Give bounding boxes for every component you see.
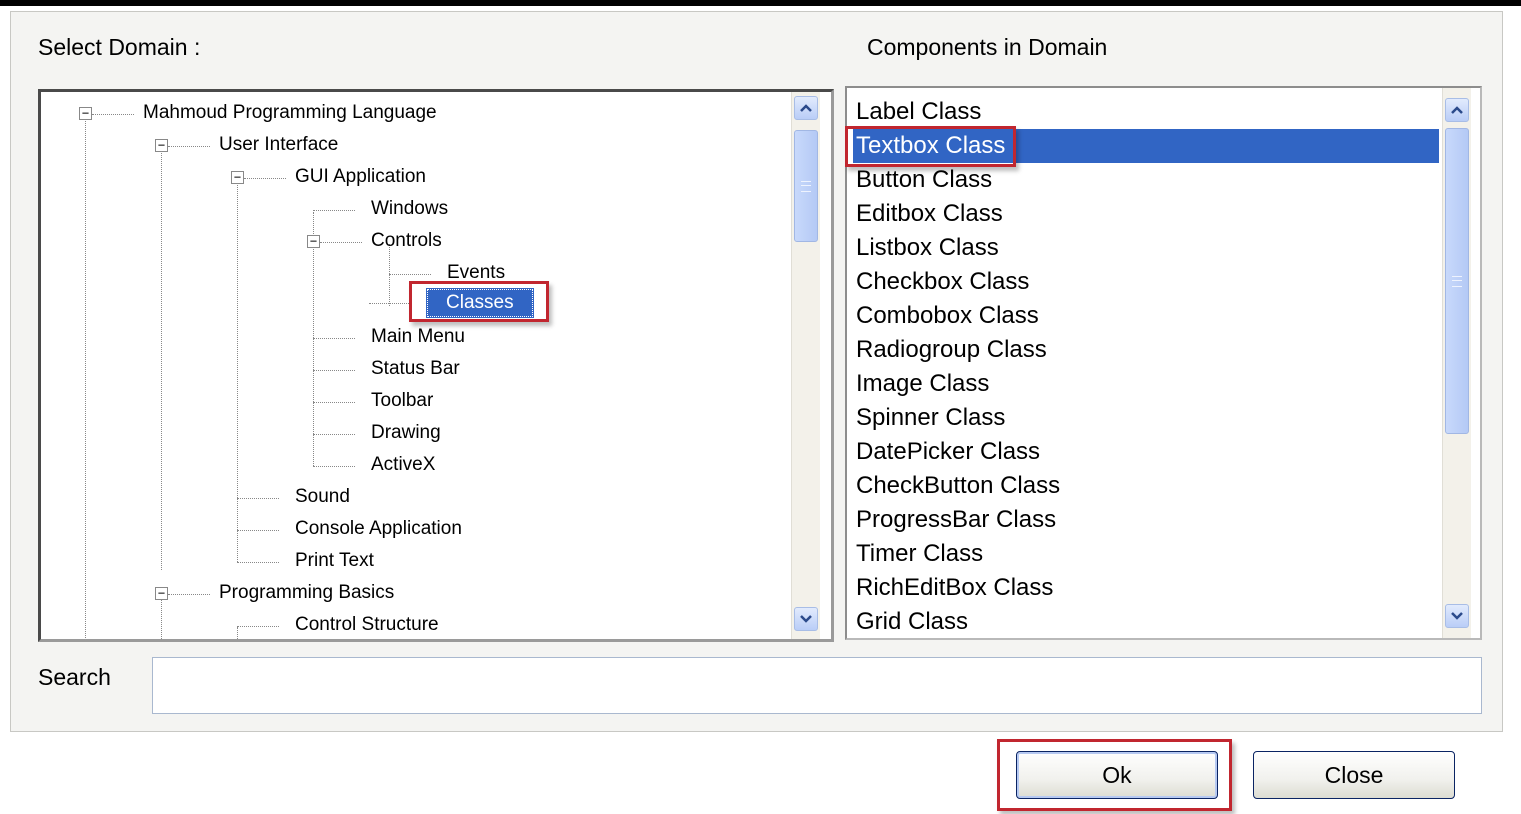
components-label: Components in Domain [867,34,1108,60]
tree-connector [161,148,162,570]
list-item[interactable]: Label Class [853,95,1439,129]
list-item[interactable]: ProgressBar Class [853,503,1439,537]
tree-scrollbar[interactable] [791,92,820,639]
tree-connector [313,338,355,339]
tree-connector [389,274,431,275]
tree-node[interactable]: Console Application [295,516,462,542]
tree-node[interactable]: GUI Application [295,164,426,190]
list-item[interactable]: RichEditBox Class [853,571,1439,605]
list-scroll-thumb[interactable] [1445,128,1469,434]
list-item[interactable]: Combobox Class [853,299,1439,333]
list-item[interactable]: Button Class [853,163,1439,197]
tree-connector [369,303,411,304]
collapse-toggle-icon[interactable]: − [231,171,244,184]
tree-connector [92,114,134,115]
grip-icon [1452,275,1462,287]
tree-node[interactable]: Control Structure [295,612,439,638]
tree-connector [313,370,355,371]
tree-connector [320,242,362,243]
list-item[interactable]: Grid Class [853,605,1439,638]
tree-connector [168,146,210,147]
tree-scroll-up-button[interactable] [794,96,818,120]
tree-connector [168,594,210,595]
grip-icon [801,180,811,192]
tree-connector [313,210,355,211]
textbox-highlight-box [845,126,1016,167]
tree-node[interactable]: Mahmoud Programming Language [143,100,437,126]
close-button[interactable]: Close [1253,751,1455,799]
tree-connector [237,562,279,563]
search-input[interactable] [152,657,1482,714]
tree-connector [313,466,355,467]
tree-connector [244,178,286,179]
tree-connector [237,627,238,639]
tree-node[interactable]: Main Menu [371,324,465,350]
list-item[interactable]: DatePicker Class [853,435,1439,469]
tree-connector [237,498,279,499]
ok-button[interactable]: Ok [1016,751,1218,799]
components-list[interactable]: Label Class Textbox Class Button Class Edit… [845,86,1482,640]
tree-node[interactable]: Toolbar [371,388,433,414]
tree-node[interactable]: Programming Basics [219,580,394,606]
tree-connector [237,626,279,627]
window-top-border [0,0,1521,6]
list-item[interactable]: Radiogroup Class [853,333,1439,367]
collapse-toggle-icon[interactable]: − [155,587,168,600]
tree-connector [313,212,314,466]
classes-highlight-box [409,281,549,322]
tree-connector [161,599,162,639]
chevron-up-icon [800,104,812,112]
list-item[interactable]: Listbox Class [853,231,1439,265]
list-item[interactable]: Timer Class [853,537,1439,571]
tree-node[interactable]: User Interface [219,132,338,158]
list-scrollbar[interactable] [1442,88,1471,638]
tree-node[interactable]: Drawing [371,420,441,446]
tree-scroll-down-button[interactable] [794,607,818,631]
chevron-down-icon [800,615,812,623]
collapse-toggle-icon[interactable]: − [307,235,320,248]
tree-node[interactable]: Print Text [295,548,374,574]
collapse-toggle-icon[interactable]: − [155,139,168,152]
tree-connector [85,116,86,639]
chevron-up-icon [1451,106,1463,114]
list-scroll-up-button[interactable] [1445,98,1469,122]
tree-connector [313,434,355,435]
search-label: Search [38,664,111,690]
tree-node[interactable]: Controls [371,228,442,254]
list-item[interactable]: Image Class [853,367,1439,401]
list-scroll-down-button[interactable] [1445,604,1469,628]
tree-node[interactable]: ActiveX [371,452,435,478]
tree-scroll-thumb[interactable] [794,130,818,242]
tree-connector [237,180,238,562]
select-domain-label: Select Domain : [38,34,201,60]
list-item[interactable]: CheckButton Class [853,469,1439,503]
tree-connector [313,402,355,403]
tree-node[interactable]: Status Bar [371,356,460,382]
list-item[interactable]: Checkbox Class [853,265,1439,299]
chevron-down-icon [1451,612,1463,620]
domain-tree[interactable]: Mahmoud Programming Language − User Interf… [38,89,834,642]
collapse-toggle-icon[interactable]: − [79,107,92,120]
tree-content: Mahmoud Programming Language − User Interf… [41,92,791,639]
tree-node[interactable]: Sound [295,484,350,510]
list-item[interactable]: Editbox Class [853,197,1439,231]
tree-connector [237,530,279,531]
list-item[interactable]: Spinner Class [853,401,1439,435]
tree-node[interactable]: Windows [371,196,448,222]
